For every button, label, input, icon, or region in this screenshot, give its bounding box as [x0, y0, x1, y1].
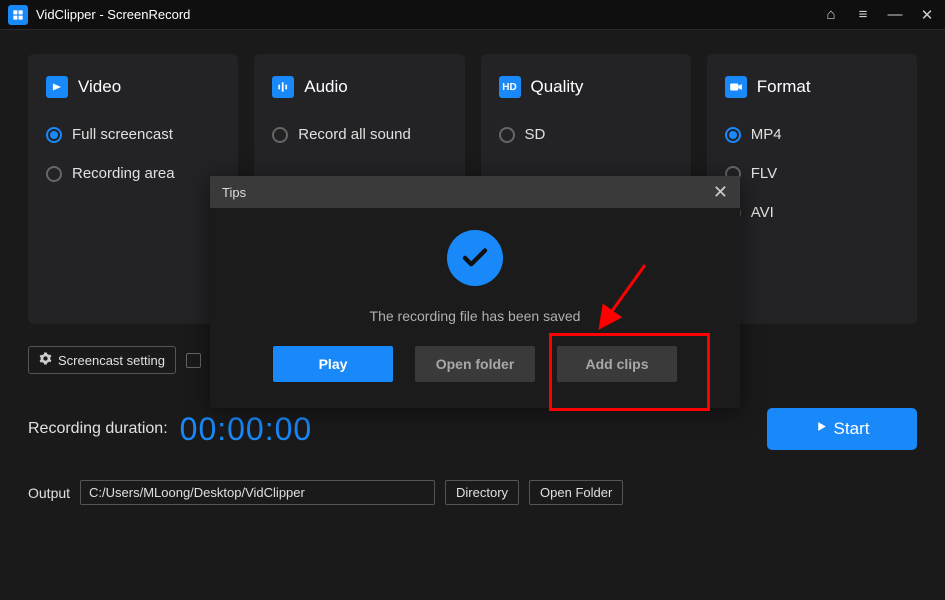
gear-icon: [39, 352, 52, 368]
panel-title: Format: [757, 77, 811, 97]
modal-message: The recording file has been saved: [228, 308, 722, 324]
radio-recording-area[interactable]: Recording area: [46, 165, 220, 182]
directory-button[interactable]: Directory: [445, 480, 519, 505]
radio-icon: [499, 127, 515, 143]
radio-record-all-sound[interactable]: Record all sound: [272, 126, 446, 143]
play-button[interactable]: Play: [273, 346, 393, 382]
open-folder-button[interactable]: Open Folder: [529, 480, 623, 505]
close-icon[interactable]: ✕: [917, 6, 937, 24]
radio-icon: [272, 127, 288, 143]
audio-icon: [272, 76, 294, 98]
start-button[interactable]: Start: [767, 408, 917, 450]
radio-icon: [725, 127, 741, 143]
hd-icon: HD: [499, 76, 521, 98]
open-folder-button[interactable]: Open folder: [415, 346, 535, 382]
play-icon: [815, 419, 828, 439]
checkbox-item[interactable]: [186, 346, 201, 374]
radio-sd[interactable]: SD: [499, 126, 673, 143]
duration-value: 00:00:00: [180, 411, 313, 448]
radio-full-screencast[interactable]: Full screencast: [46, 126, 220, 143]
screencast-setting-button[interactable]: Screencast setting: [28, 346, 176, 374]
panel-title: Audio: [304, 77, 347, 97]
radio-avi[interactable]: AVI: [725, 204, 899, 221]
menu-icon[interactable]: ≡: [853, 6, 873, 24]
radio-icon: [46, 166, 62, 182]
panel-video: Video Full screencast Recording area: [28, 54, 238, 324]
panel-title: Quality: [531, 77, 584, 97]
video-icon: [46, 76, 68, 98]
minimize-icon[interactable]: —: [885, 6, 905, 24]
radio-flv[interactable]: FLV: [725, 165, 899, 182]
home-icon[interactable]: ⌂: [821, 6, 841, 24]
output-path-field[interactable]: C:/Users/MLoong/Desktop/VidClipper: [80, 480, 435, 505]
radio-icon: [46, 127, 62, 143]
output-label: Output: [28, 485, 70, 501]
checkbox-icon: [186, 353, 201, 368]
duration-label: Recording duration:: [28, 420, 168, 438]
radio-mp4[interactable]: MP4: [725, 126, 899, 143]
tips-modal: Tips ✕ The recording file has been saved…: [210, 176, 740, 408]
panel-title: Video: [78, 77, 121, 97]
camera-icon: [725, 76, 747, 98]
window-title: VidClipper - ScreenRecord: [36, 7, 190, 22]
modal-title: Tips: [222, 185, 246, 200]
titlebar: VidClipper - ScreenRecord ⌂ ≡ — ✕: [0, 0, 945, 30]
app-logo-icon: [8, 5, 28, 25]
add-clips-button[interactable]: Add clips: [557, 346, 677, 382]
modal-close-icon[interactable]: ✕: [713, 182, 728, 203]
success-check-icon: [447, 230, 503, 286]
